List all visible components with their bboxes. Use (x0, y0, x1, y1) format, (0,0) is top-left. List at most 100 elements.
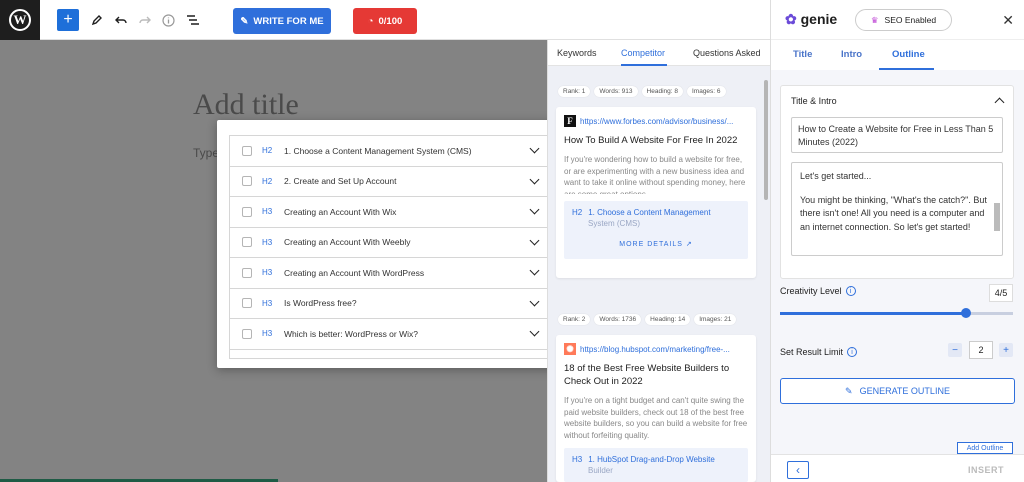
words-chip: Words: 1736 (594, 314, 642, 325)
outline-checkbox[interactable] (242, 298, 252, 309)
decrement-button[interactable]: − (948, 343, 962, 357)
seo-enabled-toggle[interactable]: ♛ SEO Enabled (855, 9, 952, 31)
creativity-value: 4/5 (989, 284, 1013, 302)
chevron-up-icon[interactable] (994, 97, 1005, 108)
heading-sub: Builder (588, 466, 613, 475)
wordpress-logo-icon[interactable]: W (0, 0, 40, 40)
chevron-down-icon[interactable] (529, 143, 540, 154)
creativity-slider-track[interactable] (966, 312, 1013, 315)
chevron-down-icon[interactable] (529, 204, 540, 215)
seo-score-label: 0/100 (378, 15, 403, 27)
card-url-text[interactable]: https://blog.hubspot.com/marketing/free-… (580, 345, 730, 354)
more-details-link[interactable]: MORE DETAILS ↗ (572, 239, 740, 250)
creativity-slider-handle[interactable] (961, 308, 971, 318)
rank-chip: Rank: 1 (558, 86, 591, 97)
back-button[interactable]: ‹ (787, 461, 809, 479)
section-header[interactable]: Title & Intro (781, 86, 1013, 116)
add-block-button[interactable]: + (57, 9, 79, 31)
outline-row-text: Is WordPress free? (284, 298, 357, 309)
card-stats: Rank: 1 Words: 913 Heading: 8 Images: 6 (556, 86, 726, 97)
gauge-icon: ◔ (367, 15, 374, 27)
chevron-down-icon[interactable] (529, 326, 540, 337)
outline-row[interactable] (230, 350, 548, 359)
genie-header: ✿ genie ♛ SEO Enabled ✕ (771, 0, 1024, 40)
card-url[interactable]: F https://www.forbes.com/advisor/busines… (556, 107, 756, 127)
redo-icon[interactable] (137, 8, 153, 32)
competitor-scrollbar[interactable] (764, 80, 768, 200)
insert-button[interactable]: INSERT (968, 465, 1004, 475)
card-description: If you're wondering how to build a websi… (564, 155, 746, 194)
heading-tag: H3 (262, 237, 273, 247)
result-limit-label-text: Set Result Limit (780, 347, 844, 357)
pencil-icon[interactable] (89, 8, 105, 32)
outline-row[interactable]: H3 Is WordPress free? (230, 289, 548, 319)
info-icon[interactable]: i (847, 347, 858, 357)
chevron-down-icon[interactable] (529, 235, 540, 245)
title-textarea[interactable]: How to Create a Website for Free in Less… (791, 117, 1003, 153)
intro-line: You might be thinking, "What's the catch… (800, 194, 987, 232)
outline-checkbox[interactable] (242, 206, 252, 217)
tab-outline[interactable]: Outline (892, 49, 925, 60)
outline-checkbox[interactable] (242, 267, 252, 278)
outline-row[interactable]: H2 1. Choose a Content Management System … (230, 136, 548, 167)
outline-row-text: Creating an Account With Weebly (284, 237, 411, 248)
increment-button[interactable]: + (999, 343, 1013, 357)
heading-tag: H3 (572, 455, 583, 464)
outline-row[interactable]: H3 Which is better: WordPress or Wix? (230, 319, 548, 350)
card-title: How To Build A Website For Free In 2022 (564, 135, 738, 146)
creativity-label: Creativity Level i (780, 286, 856, 296)
add-outline-button[interactable]: Add Outline (957, 442, 1013, 454)
intro-line: Let's get started... (800, 171, 872, 181)
body-placeholder[interactable]: Type (193, 146, 219, 160)
outline-checkbox[interactable] (242, 145, 252, 156)
heading-tag: H2 (262, 146, 273, 156)
undo-icon[interactable] (113, 8, 129, 32)
chevron-down-icon[interactable] (529, 174, 540, 184)
heading-tag: H3 (262, 268, 273, 278)
words-chip: Words: 913 (594, 86, 638, 97)
creativity-slider-fill[interactable] (780, 312, 966, 315)
outline-row[interactable]: H2 2. Create and Set Up Account (230, 167, 548, 197)
outline-row[interactable]: H3 Creating an Account With WordPress (230, 258, 548, 289)
outline-checkbox[interactable] (242, 237, 252, 248)
competitor-tabs: Keywords Competitor Questions Asked (548, 40, 770, 66)
outline-row-text: 2. Create and Set Up Account (284, 176, 397, 187)
info-icon[interactable] (160, 8, 176, 32)
card-heading: H2 1. Choose a Content Management System … (564, 201, 748, 259)
tab-questions-asked[interactable]: Questions Asked (693, 48, 761, 58)
outline-checkbox[interactable] (242, 176, 252, 187)
intro-textarea[interactable]: Let's get started... You might be thinki… (791, 162, 1003, 256)
outline-checkbox[interactable] (242, 328, 252, 339)
chevron-down-icon[interactable] (529, 296, 540, 306)
outline-row[interactable]: H3 Creating an Account With Weebly (230, 228, 548, 258)
outline-row-text: Creating an Account With WordPress (284, 267, 425, 278)
heading-tag: H3 (262, 298, 273, 308)
chevron-down-icon[interactable] (529, 265, 540, 276)
info-icon[interactable]: i (845, 286, 856, 296)
tab-keywords[interactable]: Keywords (557, 48, 597, 58)
heading-sub: System (CMS) (588, 219, 640, 228)
seo-score-button[interactable]: ◔ 0/100 (353, 8, 417, 34)
post-title-input[interactable]: Add title (193, 88, 299, 122)
generate-outline-button[interactable]: ✎ GENERATE OUTLINE (780, 378, 1015, 404)
outline-row[interactable]: H3 Creating an Account With Wix (230, 197, 548, 228)
crown-icon: ♛ (870, 14, 879, 25)
tab-competitor[interactable]: Competitor (621, 48, 665, 58)
title-intro-section: Title & Intro How to Create a Website fo… (780, 85, 1014, 279)
card-url[interactable]: ✺ https://blog.hubspot.com/marketing/fre… (556, 335, 756, 355)
write-for-me-label: WRITE FOR ME (253, 15, 324, 27)
tab-title[interactable]: Title (793, 49, 812, 60)
write-for-me-button[interactable]: ✎ WRITE FOR ME (233, 8, 331, 34)
list-view-icon[interactable] (184, 8, 200, 32)
rank-chip: Rank: 2 (558, 314, 591, 325)
tab-intro[interactable]: Intro (841, 49, 862, 60)
result-limit-input[interactable]: 2 (969, 341, 993, 359)
outline-row-text: 1. Choose a Content Management System (C… (284, 145, 472, 156)
textarea-scrollbar[interactable] (994, 203, 1000, 231)
card-url-text[interactable]: https://www.forbes.com/advisor/business/… (580, 117, 733, 126)
close-icon[interactable]: ✕ (1002, 12, 1014, 29)
genie-panel: ✿ genie ♛ SEO Enabled ✕ Title Intro Outl… (770, 0, 1024, 482)
pencil-icon: ✎ (845, 385, 853, 396)
outline-row-text: Creating an Account With Wix (284, 206, 397, 217)
card-title: 18 of the Best Free Website Builders to … (564, 363, 730, 387)
